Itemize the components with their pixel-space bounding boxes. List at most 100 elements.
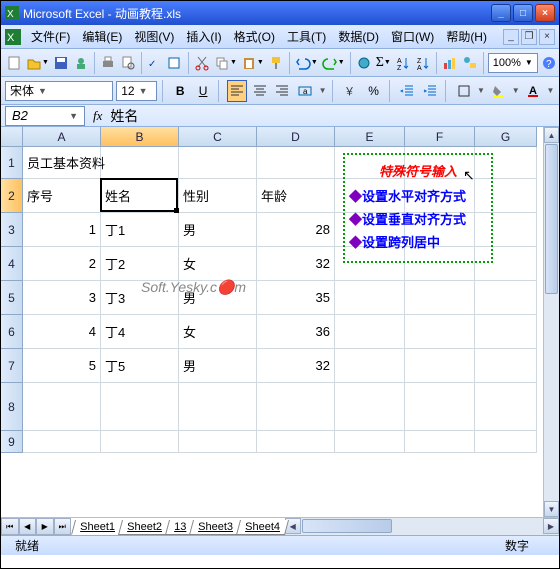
select-all[interactable]	[1, 127, 23, 147]
scroll-down-button[interactable]: ▼	[544, 501, 559, 517]
font-color-button[interactable]: A	[523, 80, 543, 102]
cell-A2[interactable]: 序号	[23, 179, 101, 213]
cell-D8[interactable]	[257, 383, 335, 431]
decrease-indent-button[interactable]	[397, 80, 417, 102]
cell-D2[interactable]: 年龄	[257, 179, 335, 213]
preview-button[interactable]	[119, 52, 137, 74]
hyperlink-button[interactable]	[355, 52, 373, 74]
paste-button[interactable]: ▼	[240, 52, 265, 74]
row-7[interactable]: 7	[1, 349, 23, 383]
cell-A4[interactable]: 2	[23, 247, 101, 281]
cell-C7[interactable]: 男	[179, 349, 257, 383]
row-5[interactable]: 5	[1, 281, 23, 315]
font-combo[interactable]: 宋体▼	[5, 81, 113, 101]
permissions-button[interactable]	[72, 52, 90, 74]
cut-button[interactable]	[193, 52, 211, 74]
sort-desc-button[interactable]: ZA	[414, 52, 432, 74]
cell-G5[interactable]	[475, 281, 537, 315]
redo-button[interactable]: ▼	[321, 52, 346, 74]
fill-color-button[interactable]	[488, 80, 508, 102]
cell-B7[interactable]: 丁5	[101, 349, 179, 383]
cell-A5[interactable]: 3	[23, 281, 101, 315]
doc-min-button[interactable]: _	[503, 29, 519, 45]
help-button[interactable]: ?	[540, 52, 558, 74]
open-button[interactable]: ▼	[25, 52, 50, 74]
tab-sheet2[interactable]: Sheet2	[118, 520, 171, 535]
maximize-button[interactable]: □	[513, 4, 533, 22]
cell-A3[interactable]: 1	[23, 213, 101, 247]
cell-B2[interactable]: 姓名	[101, 179, 179, 213]
cell-D6[interactable]: 36	[257, 315, 335, 349]
print-button[interactable]	[99, 52, 117, 74]
cell-B6[interactable]: 丁4	[101, 315, 179, 349]
borders-button[interactable]	[454, 80, 474, 102]
menu-help[interactable]: 帮助(H)	[440, 26, 493, 47]
tab-last-button[interactable]: ⏭	[54, 518, 72, 535]
col-E[interactable]: E	[335, 127, 405, 147]
cell-F9[interactable]	[405, 431, 475, 453]
row-2[interactable]: 2	[1, 179, 23, 213]
hscroll-thumb[interactable]	[302, 519, 392, 533]
autosum-button[interactable]: Σ▼	[375, 52, 392, 74]
fx-label[interactable]: fx	[93, 108, 102, 124]
cell-G7[interactable]	[475, 349, 537, 383]
percent-button[interactable]: %	[364, 80, 384, 102]
menu-file[interactable]: 文件(F)	[25, 26, 76, 47]
scroll-right-button[interactable]: ▶	[543, 518, 559, 534]
copy-button[interactable]: ▼	[213, 52, 238, 74]
col-C[interactable]: C	[179, 127, 257, 147]
drawing-button[interactable]	[461, 52, 479, 74]
cell-F8[interactable]	[405, 383, 475, 431]
cell-A6[interactable]: 4	[23, 315, 101, 349]
cell-E5[interactable]	[335, 281, 405, 315]
cell-D7[interactable]: 32	[257, 349, 335, 383]
zoom-combo[interactable]: 100%▼	[488, 53, 538, 73]
cell-C3[interactable]: 男	[179, 213, 257, 247]
spelling-button[interactable]: ✓	[146, 52, 164, 74]
cell-A9[interactable]	[23, 431, 101, 453]
new-button[interactable]	[5, 52, 23, 74]
cell-C1[interactable]	[179, 147, 257, 179]
row-4[interactable]: 4	[1, 247, 23, 281]
minimize-button[interactable]: _	[491, 4, 511, 22]
vscroll-thumb[interactable]	[545, 144, 558, 294]
tab-sheet4[interactable]: Sheet4	[236, 520, 289, 535]
align-center-button[interactable]	[250, 80, 270, 102]
row-9[interactable]: 9	[1, 431, 23, 453]
sort-asc-button[interactable]: AZ	[394, 52, 412, 74]
cell-E7[interactable]	[335, 349, 405, 383]
name-box[interactable]: B2▼	[5, 106, 85, 126]
row-8[interactable]: 8	[1, 383, 23, 431]
cell-B9[interactable]	[101, 431, 179, 453]
cell-F6[interactable]	[405, 315, 475, 349]
tab-first-button[interactable]: ⏮	[1, 518, 19, 535]
cell-B5[interactable]: 丁3	[101, 281, 179, 315]
bold-button[interactable]: B	[170, 80, 190, 102]
research-button[interactable]	[166, 52, 184, 74]
align-left-button[interactable]	[227, 80, 247, 102]
vertical-scrollbar[interactable]: ▲ ▼	[543, 127, 559, 517]
close-button[interactable]: ×	[535, 4, 555, 22]
col-G[interactable]: G	[475, 127, 537, 147]
cell-C9[interactable]	[179, 431, 257, 453]
cell-B1[interactable]	[101, 147, 179, 179]
doc-close-button[interactable]: ×	[539, 29, 555, 45]
menu-data[interactable]: 数据(D)	[332, 26, 385, 47]
cell-D4[interactable]: 32	[257, 247, 335, 281]
cell-F7[interactable]	[405, 349, 475, 383]
cell-A1[interactable]: 员工基本资料	[23, 147, 101, 179]
menu-view[interactable]: 视图(V)	[128, 26, 180, 47]
align-right-button[interactable]	[272, 80, 292, 102]
cell-B8[interactable]	[101, 383, 179, 431]
tab-sheet1[interactable]: Sheet1	[71, 520, 124, 535]
column-headers[interactable]: ABCDEFG	[23, 127, 537, 147]
cell-E9[interactable]	[335, 431, 405, 453]
cell-G9[interactable]	[475, 431, 537, 453]
cell-E8[interactable]	[335, 383, 405, 431]
cell-C5[interactable]: 男	[179, 281, 257, 315]
cell-C6[interactable]: 女	[179, 315, 257, 349]
col-A[interactable]: A	[23, 127, 101, 147]
formula-bar[interactable]: 姓名	[110, 106, 138, 126]
tab-prev-button[interactable]: ◀	[19, 518, 37, 535]
tab-next-button[interactable]: ▶	[36, 518, 54, 535]
